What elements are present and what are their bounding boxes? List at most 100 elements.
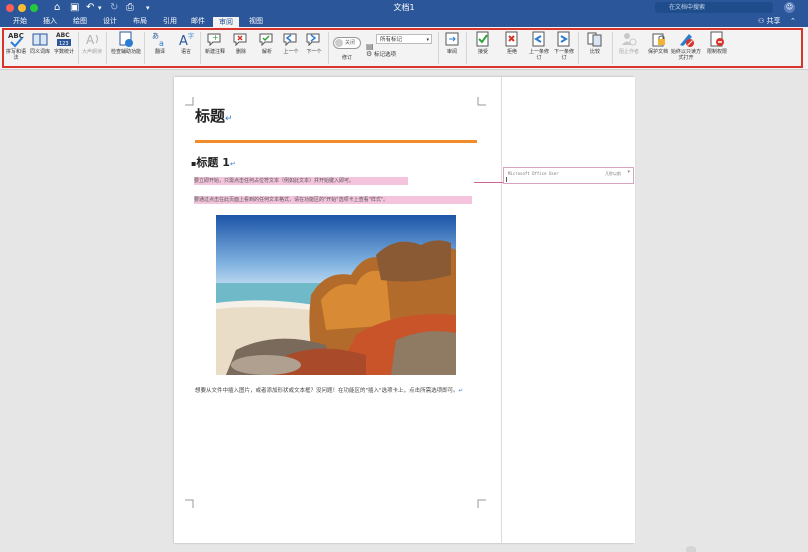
accessibility-label: 检查辅助功能 [111, 49, 142, 55]
collapse-ribbon-icon[interactable]: ⌃ [790, 16, 796, 27]
heading-1[interactable]: ▪标题 1↵ [191, 155, 236, 172]
new-comment-button[interactable]: + 新建注释 [203, 30, 227, 55]
language-label: 语言 [180, 49, 191, 55]
spelling-label: 拼写和语法 [5, 49, 26, 61]
menu-bar: 开始 插入 绘图 设计 布局 引用 邮件 审阅 视图 ⚇ 共享 ⌃ [0, 16, 808, 27]
translate-label: 翻译 [154, 49, 165, 55]
svg-text:あ: あ [152, 32, 159, 40]
tab-insert[interactable]: 插入 [38, 16, 62, 27]
chevron-down-icon: ▾ [426, 37, 429, 43]
accept-label: 接受 [477, 49, 488, 55]
body-paragraph-text: 想要从文件中插入图片，或者添加形状或文本框？没问题！在功能区的"插入"选项卡上，… [195, 388, 459, 394]
ribbon-separator [144, 32, 145, 64]
markup-dropdown[interactable]: 所有标记 ▾ [376, 34, 432, 44]
tab-layout[interactable]: 布局 [128, 16, 152, 27]
revised-text-line[interactable]: 要通过点击在此页面上看到的任何文本格式，请在功能区的"开始"选项卡上查看"样式"… [194, 196, 472, 204]
toggle-state-label: 关闭 [345, 40, 356, 46]
svg-text:+: + [212, 33, 219, 42]
comment-menu-icon[interactable]: ▾ [627, 169, 630, 175]
track-changes-button[interactable]: 关闭 修订 [332, 30, 362, 61]
protect-document-button[interactable]: 保护文档 [647, 30, 669, 55]
tab-draw[interactable]: 绘图 [68, 16, 92, 27]
restrict-label: 限制权限 [706, 49, 727, 55]
read-only-pen-icon [680, 34, 694, 47]
user-icon: ☺ [785, 3, 794, 11]
margin-corner-mark [477, 499, 486, 508]
previous-change-button[interactable]: 上一条修订 [527, 30, 551, 61]
inserted-photo[interactable] [216, 215, 456, 375]
resolve-label: 解析 [261, 49, 272, 55]
lock-icon [652, 33, 665, 47]
word-count-icon: ABC 123 [56, 32, 71, 47]
svg-text:123: 123 [59, 41, 69, 47]
beach-rocks-image [216, 215, 456, 375]
always-read-only-label: 始终以只读方式打开 [670, 49, 701, 61]
ribbon-separator [466, 32, 467, 64]
body-paragraph[interactable]: 想要从文件中插入图片，或者添加形状或文本框？没问题！在功能区的"插入"选项卡上，… [195, 386, 477, 396]
word-count-button[interactable]: ABC 123 字数统计 [53, 30, 75, 55]
read-aloud-label: 大声朗读 [81, 49, 102, 55]
comment-connector [474, 182, 504, 183]
account-avatar[interactable]: ☺ [784, 2, 795, 13]
new-comment-icon: + [207, 33, 221, 47]
search-input[interactable]: 在文档中搜索 [655, 2, 773, 13]
thesaurus-button[interactable]: 同义词库 [29, 30, 51, 55]
compare-documents-icon [587, 32, 602, 47]
reject-change-icon [505, 31, 518, 47]
next-label: 下一个 [306, 49, 322, 55]
toggle-knob [335, 39, 343, 47]
margin-corner-mark [185, 499, 194, 508]
new-comment-label: 新建注释 [204, 49, 225, 55]
delete-label: 删除 [235, 49, 246, 55]
compare-button[interactable]: 比较 [583, 30, 607, 55]
resolve-comment-icon [259, 33, 273, 47]
revised-text-line[interactable]: 要立即开始，只需点击任何占位符文本（例如此文本）并开始键入即可。 [194, 177, 408, 185]
title-text: 标题 [195, 107, 226, 125]
svg-text:ABC: ABC [56, 32, 70, 39]
share-button[interactable]: ⚇ 共享 [758, 16, 781, 27]
translate-button[interactable]: あa 翻译 [148, 30, 172, 55]
markup-options-button[interactable]: ⚙ 标记选项 [366, 50, 396, 59]
tab-design[interactable]: 设计 [98, 16, 122, 27]
comment-author: Microsoft Office User [508, 171, 559, 176]
tab-references[interactable]: 引用 [158, 16, 182, 27]
block-authors-label: 阻止作者 [618, 49, 639, 55]
svg-text:A: A [86, 33, 95, 47]
reject-change-button[interactable]: 拒绝 [500, 30, 524, 55]
markup-options-icon: ⚙ [366, 50, 373, 58]
next-comment-button[interactable]: 下一个 [302, 30, 326, 55]
document-title-heading[interactable]: 标题↵ [195, 106, 233, 129]
word-count-label: 字数统计 [53, 49, 74, 55]
next-change-button[interactable]: 下一条修订 [552, 30, 576, 61]
ribbon-separator [328, 32, 329, 64]
accept-change-button[interactable]: 接受 [471, 30, 495, 55]
svg-text:字: 字 [188, 32, 194, 40]
spelling-grammar-button[interactable]: ABC 拼写和语法 [5, 30, 27, 61]
check-accessibility-button[interactable]: 检查辅助功能 [111, 30, 141, 55]
thesaurus-book-icon [32, 33, 48, 46]
tab-home[interactable]: 开始 [8, 16, 32, 27]
tab-view[interactable]: 视图 [244, 16, 268, 27]
track-changes-toggle[interactable]: 关闭 [333, 37, 361, 49]
read-aloud-button[interactable]: A 大声朗读 [81, 30, 103, 55]
always-read-only-button[interactable]: 始终以只读方式打开 [670, 30, 702, 61]
restrict-permission-button[interactable]: 限制权限 [705, 30, 729, 55]
language-button[interactable]: A字 语言 [174, 30, 198, 55]
previous-comment-button[interactable]: 上一个 [279, 30, 303, 55]
block-authors-button[interactable]: 阻止作者 [615, 30, 643, 55]
paragraph-mark: ↵ [229, 160, 236, 168]
ribbon-separator [78, 32, 79, 64]
resolve-comment-button[interactable]: 解析 [255, 30, 279, 55]
title-bar: ⌂ ▣ ↶ ▾ ↻ ⎙ ▾ 文档1 ⌕ 在文档中搜索 ☺ [0, 0, 808, 16]
ribbon-separator [438, 32, 439, 64]
comment-balloon[interactable]: Microsoft Office User 几秒以前 ▾ [503, 167, 634, 184]
tab-mailings[interactable]: 邮件 [186, 16, 210, 27]
delete-comment-button[interactable]: 删除 [229, 30, 253, 55]
scroll-handle[interactable] [686, 546, 696, 552]
restrict-permission-icon [710, 31, 724, 47]
svg-text:a: a [159, 39, 164, 48]
review-pane-button[interactable]: 审阅 [441, 30, 463, 55]
tab-review[interactable]: 审阅 [213, 17, 239, 27]
previous-comment-icon [283, 33, 297, 47]
protect-label: 保护文档 [647, 49, 668, 55]
